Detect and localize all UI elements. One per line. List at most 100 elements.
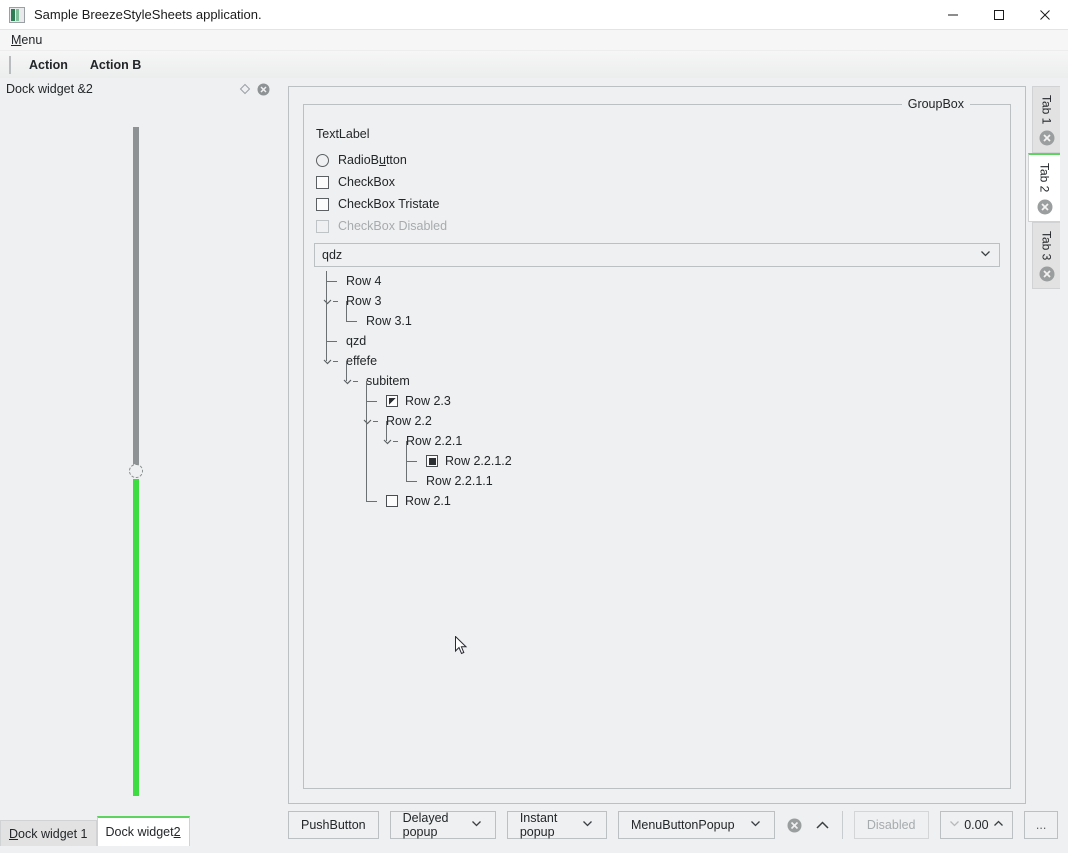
dock-tab-1-accel: D [9, 826, 19, 841]
tree-item-label: Row 3 [346, 294, 382, 308]
delayed-popup-label: Delayed popup [402, 811, 449, 839]
dock-tab-2-label: Dock widget [105, 825, 174, 839]
tree-item-checkbox[interactable] [386, 395, 398, 407]
tree-row[interactable]: Row 2.3 [314, 391, 1000, 411]
spin-up-icon[interactable] [992, 817, 1005, 833]
tree-item-label: Row 3.1 [366, 314, 412, 328]
instant-popup-button[interactable]: Instant popup [506, 811, 607, 839]
slider-groove-filled [133, 479, 139, 796]
menu-bar: Menu [0, 30, 1068, 51]
close-circle-icon[interactable] [1039, 266, 1055, 282]
maximize-button[interactable] [976, 0, 1022, 30]
tree-row[interactable]: qzd [314, 331, 1000, 351]
float-icon[interactable] [238, 82, 252, 96]
tree-item-checkbox[interactable] [386, 495, 398, 507]
close-icon[interactable] [256, 82, 270, 96]
spin-box-value: 0.00 [964, 818, 989, 832]
toolbar-drag-handle[interactable] [9, 55, 11, 74]
tree-row[interactable]: Row 2.2 [314, 411, 1000, 431]
tree-widget[interactable]: Row 4 Row 3 Row 3.1 qzd effefe subitem Row 2.3… [314, 271, 1000, 511]
checkbox-indicator-icon [316, 175, 329, 189]
checkbox-disabled-label: CheckBox Disabled [338, 219, 448, 233]
tree-item-checkbox[interactable] [426, 455, 438, 467]
close-button[interactable] [1022, 0, 1068, 30]
combo-box-value: qdz [322, 248, 343, 262]
disabled-button: Disabled [853, 811, 929, 839]
dock-tab-1-label: ock widget 1 [18, 826, 88, 841]
toolbar-action-action-b[interactable]: Action B [79, 54, 152, 76]
checkbox-tristate[interactable]: CheckBox Tristate [314, 193, 1000, 215]
window-title: Sample BreezeStyleSheets application. [34, 7, 262, 22]
tree-row[interactable]: subitem [314, 371, 1000, 391]
vertical-tab-3[interactable]: Tab 3 [1032, 221, 1060, 290]
chevron-down-icon [470, 817, 483, 833]
chevron-down-icon [749, 817, 762, 833]
group-box: GroupBox TextLabel RadioButton CheckBox … [303, 97, 1011, 789]
menu-button-popup-label: MenuButtonPopup [630, 818, 735, 832]
tree-row[interactable]: Row 2.2.1.2 [314, 451, 1000, 471]
window-controls [930, 0, 1068, 30]
tree-item-label: effefe [346, 354, 378, 368]
app-icon [9, 6, 25, 23]
dock-tab-dock-widget-1[interactable]: Dock widget 1 [0, 820, 97, 846]
combo-box[interactable]: qdz [314, 243, 1000, 267]
tree-row[interactable]: Row 2.2.1 [314, 431, 1000, 451]
chevron-up-icon[interactable] [814, 811, 831, 839]
text-label: TextLabel [316, 127, 370, 141]
tree-row[interactable]: effefe [314, 351, 1000, 371]
radio-label: RadioButton [338, 153, 407, 167]
double-spin-box[interactable]: 0.00 [939, 811, 1014, 839]
tree-row[interactable]: Row 2.2.1.1 [314, 471, 1000, 491]
menu-item-menu[interactable]: Menu [9, 31, 44, 49]
slider-groove-upper [133, 127, 139, 472]
chevron-down-icon[interactable] [342, 376, 352, 385]
tree-item-label: Row 4 [346, 274, 382, 288]
spin-down-icon[interactable] [948, 817, 961, 833]
bottom-button-bar: PushButton Delayed popup Instant popup M… [288, 809, 1058, 841]
slider-handle[interactable] [129, 464, 143, 478]
dock-content [0, 100, 276, 808]
close-circle-icon[interactable] [1039, 130, 1055, 146]
checkbox-tristate-label: CheckBox Tristate [338, 197, 440, 211]
vertical-tab-2[interactable]: Tab 2 [1028, 153, 1060, 222]
tree-row[interactable]: Row 3 [314, 291, 1000, 311]
vertical-tab-1[interactable]: Tab 1 [1032, 86, 1060, 154]
more-options-button[interactable]: ... [1024, 811, 1058, 839]
tree-item-label: Row 2.2.1 [406, 434, 463, 448]
central-widget: GroupBox TextLabel RadioButton CheckBox … [282, 78, 1068, 853]
dock-tab-2-accel: 2 [173, 825, 181, 839]
chevron-down-icon[interactable] [382, 436, 392, 445]
minimize-button[interactable] [930, 0, 976, 30]
chevron-down-icon[interactable] [322, 356, 332, 365]
main-area: Dock widget &2 Dock widget 1 Dock widget… [0, 78, 1068, 853]
toolbar-action-action[interactable]: Action [18, 54, 79, 76]
checkbox-checkbox[interactable]: CheckBox [314, 171, 1000, 193]
tree-row[interactable]: Row 4 [314, 271, 1000, 291]
tree-row[interactable]: Row 2.1 [314, 491, 1000, 511]
dock-tab-bar: Dock widget 1 Dock widget 2 [0, 808, 276, 853]
vertical-tab-label: Tab 3 [1039, 230, 1054, 261]
dock-title-bar: Dock widget &2 [0, 78, 276, 100]
chevron-down-icon [979, 247, 992, 263]
tree-item-label: Row 2.3 [405, 394, 451, 408]
menu-button-popup-button[interactable]: MenuButtonPopup [617, 811, 775, 839]
tree-row[interactable]: Row 3.1 [314, 311, 1000, 331]
toolbar-separator [842, 811, 843, 839]
tree-item-label: Row 2.2.1.1 [426, 474, 493, 488]
checkbox-tristate-indicator-icon [316, 197, 329, 211]
close-circle-icon[interactable] [786, 811, 803, 839]
close-circle-icon[interactable] [1037, 199, 1053, 215]
chevron-down-icon [581, 817, 594, 833]
push-button[interactable]: PushButton [288, 811, 379, 839]
group-box-title: GroupBox [901, 97, 970, 111]
delayed-popup-button[interactable]: Delayed popup [389, 811, 496, 839]
vertical-tab-label: Tab 1 [1039, 95, 1054, 125]
radio-button-radiobutton[interactable]: RadioButton [314, 149, 1000, 171]
checkbox-disabled: CheckBox Disabled [314, 215, 1000, 237]
chevron-down-icon[interactable] [362, 416, 372, 425]
dock-tab-dock-widget-2[interactable]: Dock widget 2 [96, 816, 190, 846]
tree-item-label: qzd [346, 334, 367, 348]
tree-item-label: Row 2.2.1.2 [445, 454, 512, 468]
chevron-down-icon[interactable] [322, 296, 332, 305]
vertical-slider[interactable] [129, 127, 143, 796]
